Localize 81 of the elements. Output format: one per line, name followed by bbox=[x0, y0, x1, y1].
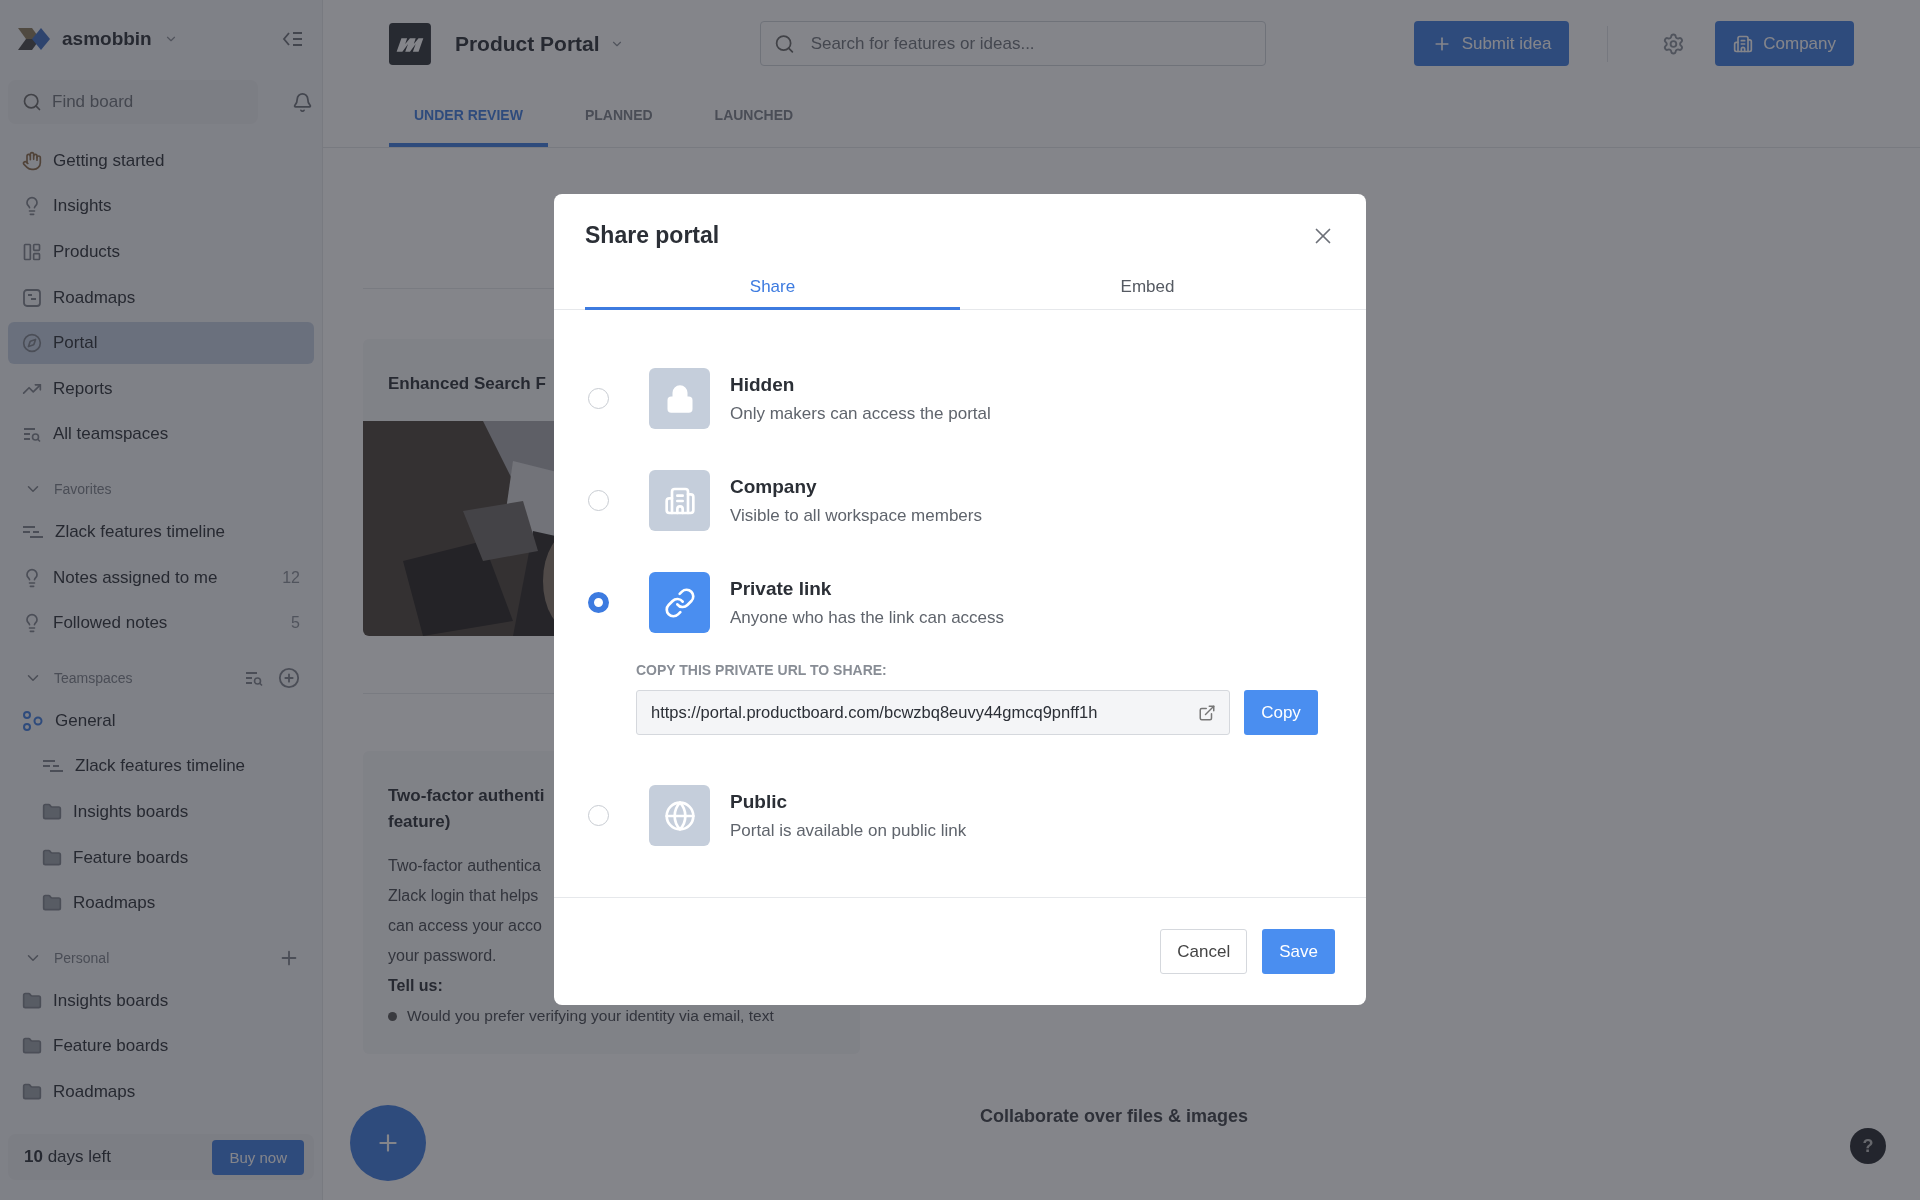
card-text: Zlack login that helps bbox=[388, 886, 539, 906]
dialog-title: Share portal bbox=[585, 222, 720, 249]
radio-button[interactable] bbox=[588, 388, 609, 409]
sidebar-item[interactable]: Roadmaps bbox=[8, 276, 314, 319]
search-icon bbox=[773, 33, 795, 54]
card-text: Two-factor authentica bbox=[388, 856, 541, 876]
folder-icon bbox=[42, 893, 62, 914]
option-description: Only makers can access the portal bbox=[730, 403, 991, 424]
sidebar-item[interactable]: Insights boards bbox=[8, 979, 314, 1022]
option-title: Company bbox=[730, 475, 818, 498]
section-heading: Collaborate over files & images bbox=[980, 1106, 1249, 1127]
folder-icon bbox=[22, 990, 42, 1011]
workspace-name[interactable]: asmobbin bbox=[62, 28, 152, 50]
card-title: Two-factor authenti bbox=[388, 785, 545, 807]
search-field[interactable]: Search for features or ideas... bbox=[759, 21, 1266, 66]
option-title: Private link bbox=[730, 577, 833, 600]
globe-icon bbox=[663, 799, 696, 832]
sidebar-item[interactable]: Getting started bbox=[8, 140, 314, 182]
sidebar-item[interactable]: Roadmaps bbox=[8, 882, 314, 924]
save-button[interactable]: Save bbox=[1262, 929, 1335, 974]
sidebar-item[interactable]: Insights boards bbox=[8, 791, 314, 833]
option-description: Portal is available on public link bbox=[730, 820, 967, 841]
option-title: Hidden bbox=[730, 373, 796, 396]
card-title: Enhanced Search F bbox=[388, 373, 546, 395]
roadmap-icon bbox=[22, 287, 42, 308]
card-title: feature) bbox=[388, 811, 451, 833]
sidebar-item[interactable]: General bbox=[8, 699, 314, 742]
folder-icon bbox=[42, 847, 62, 868]
option-title: Public bbox=[730, 790, 788, 813]
notification-bell-icon[interactable] bbox=[292, 91, 313, 113]
add-icon[interactable] bbox=[278, 666, 300, 689]
waving-hand-icon bbox=[22, 150, 42, 171]
sidebar-item[interactable]: Zlack features timeline bbox=[8, 745, 314, 788]
copy-button[interactable]: Copy bbox=[1244, 690, 1318, 735]
radio-button[interactable] bbox=[588, 592, 609, 613]
sidebar-item[interactable]: Products bbox=[8, 231, 314, 273]
external-link-icon[interactable] bbox=[1198, 703, 1216, 722]
sidebar-item[interactable]: Feature boards bbox=[8, 1025, 314, 1068]
board-tab[interactable]: UNDER REVIEW bbox=[389, 87, 548, 147]
radio-button[interactable] bbox=[588, 490, 609, 511]
product-switcher[interactable]: Product Portal bbox=[454, 31, 624, 56]
help-button[interactable]: ? bbox=[1850, 1128, 1886, 1164]
card-text: your password. bbox=[388, 946, 497, 966]
board-tab[interactable]: LAUNCHED bbox=[689, 87, 819, 147]
folder-icon bbox=[22, 1036, 42, 1057]
sidebar-item[interactable]: All teamspaces bbox=[8, 413, 314, 456]
option-description: Visible to all workspace members bbox=[730, 505, 982, 526]
search-icon bbox=[22, 92, 42, 112]
collapse-sidebar-icon[interactable] bbox=[282, 29, 304, 49]
board-tab[interactable]: PLANNED bbox=[559, 87, 678, 147]
product-logo-icon bbox=[389, 21, 431, 66]
team-icon bbox=[22, 709, 44, 732]
logo-icon bbox=[18, 28, 50, 50]
sidebar-item[interactable]: Insights bbox=[8, 185, 314, 228]
compass-icon bbox=[22, 333, 42, 354]
folder-icon bbox=[42, 801, 62, 822]
dialog-tab[interactable]: Embed bbox=[960, 277, 1335, 310]
buy-now-button[interactable]: Buy now bbox=[212, 1139, 304, 1175]
dialog-tab[interactable]: Share bbox=[585, 277, 960, 310]
card-text: can access your acco bbox=[388, 916, 542, 936]
radio-button[interactable] bbox=[588, 805, 609, 826]
submit-idea-button[interactable]: Submit idea bbox=[1413, 21, 1570, 66]
bullet-dot bbox=[388, 1011, 397, 1021]
option-description: Anyone who has the link can access bbox=[730, 607, 1005, 628]
trial-text: 10 days left bbox=[24, 1147, 111, 1167]
building-icon bbox=[1733, 33, 1754, 54]
sidebar-item[interactable]: Feature boards bbox=[8, 836, 314, 879]
url-field[interactable]: https://portal.productboard.com/bcwzbq8euvy44gmcq9pnff1h bbox=[636, 690, 1230, 735]
sidebar-item[interactable]: Zlack features timeline bbox=[8, 511, 314, 553]
cancel-button[interactable]: Cancel bbox=[1160, 929, 1248, 974]
card-subheading: Tell us: bbox=[388, 976, 443, 996]
sidebar-item[interactable]: Portal bbox=[8, 322, 314, 364]
sidebar-item[interactable]: Reports bbox=[8, 367, 314, 410]
visibility-button[interactable]: Company bbox=[1715, 21, 1854, 66]
bullet-text: Would you prefer verifying your identity via email, text bbox=[407, 1006, 774, 1026]
folder-icon bbox=[22, 1081, 42, 1102]
sidebar-item[interactable]: Roadmaps bbox=[8, 1071, 314, 1113]
grid-icon bbox=[22, 242, 42, 262]
settings-icon[interactable] bbox=[1662, 31, 1686, 56]
url-label: COPY THIS PRIVATE URL TO SHARE: bbox=[636, 662, 888, 678]
link-icon bbox=[663, 586, 696, 619]
